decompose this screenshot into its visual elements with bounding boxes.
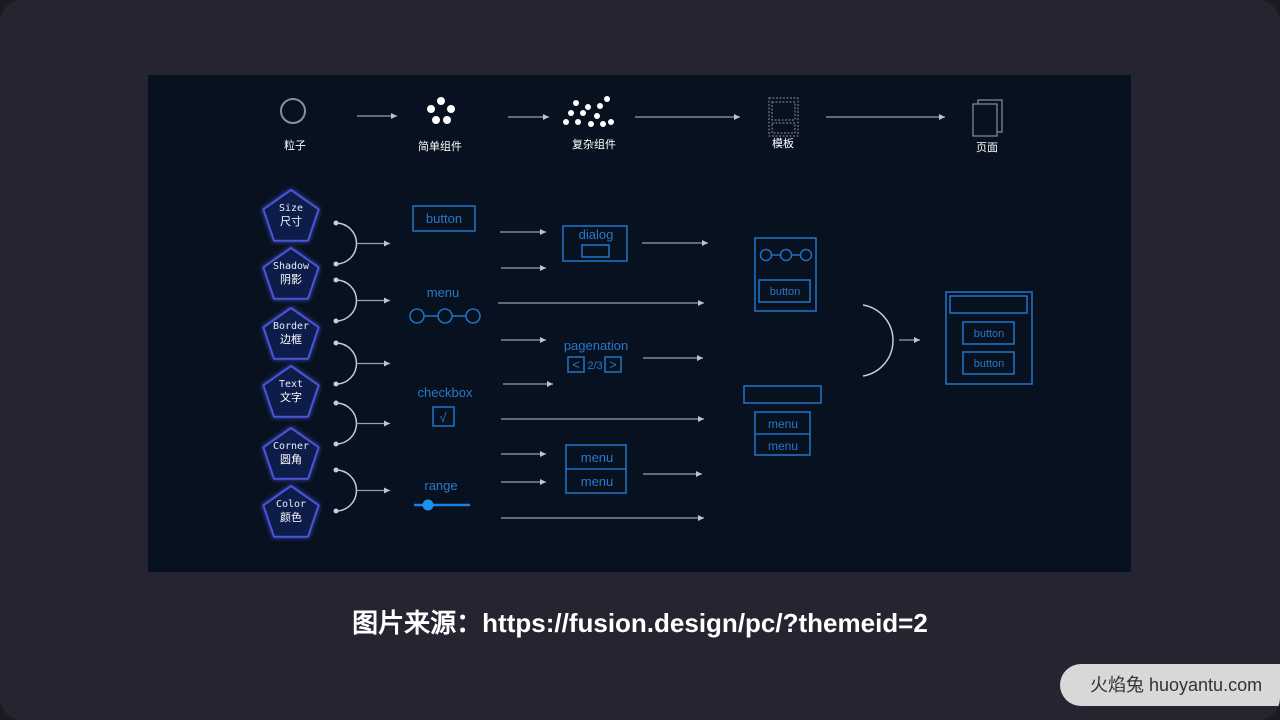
attribute-zh: 阴影 (280, 273, 302, 286)
bracket (333, 277, 390, 324)
attribute-en: Text (279, 379, 303, 390)
attribute-en: Color (276, 499, 306, 510)
stage-page: 页面 (976, 141, 998, 154)
prev-page: < (572, 357, 580, 372)
attribute-node: Border边框 (262, 307, 320, 360)
complex-component-icon (563, 96, 614, 127)
attribute-en: Corner (273, 441, 309, 452)
simple-component-icon (427, 97, 455, 124)
bracket (333, 340, 390, 387)
page-result: button button (945, 291, 1033, 385)
menu-item: menu (581, 450, 614, 465)
page-icon (972, 99, 1003, 137)
page-button-label: button (974, 328, 1005, 340)
simple-components: button menu checkbox √ range (409, 205, 481, 511)
menu-steps (409, 308, 481, 324)
attribute-en: Shadow (273, 261, 310, 272)
slide: 粒子 简单组件 复杂组件 模板 页面 Size 尺寸 Shadow 阴影 Border 边… (0, 0, 1280, 720)
template-header (743, 385, 822, 404)
bracket (333, 400, 390, 447)
attribute-zh: 边框 (280, 333, 302, 346)
menu-label: menu (427, 285, 460, 300)
particle-icon (280, 98, 306, 124)
page-indicator: 2/3 (587, 360, 602, 372)
page-button-label: button (974, 358, 1005, 370)
stage-simple-component: 简单组件 (418, 139, 462, 153)
complex-components: dialog pagenation < 2/3 > menu menu (562, 225, 628, 494)
pagenation-label: pagenation (564, 338, 628, 353)
watermark: 火焰兔 huoyantu.com (1060, 664, 1280, 706)
attribute-brackets (333, 220, 390, 514)
stage-template: 模板 (772, 136, 794, 150)
menu-item: menu (581, 474, 614, 489)
bracket (333, 220, 390, 267)
range-label: range (424, 478, 457, 493)
template-button-label: button (770, 286, 801, 298)
checkbox-label: checkbox (418, 385, 473, 400)
attribute-node: Text文字 (262, 365, 320, 418)
attribute-node: Corner圆角 (262, 427, 320, 480)
stage-complex-component: 复杂组件 (572, 137, 616, 151)
template-icon (768, 97, 799, 137)
button-label: button (426, 211, 462, 226)
attribute-en: Size (279, 203, 303, 214)
range-knob (422, 499, 434, 511)
attribute-node: Shadow阴影 (262, 247, 320, 300)
next-page: > (609, 357, 617, 372)
attribute-nodes: Size尺寸Shadow阴影Border边框Text文字Corner圆角Colo… (262, 189, 320, 538)
stage-particle: 粒子 (284, 138, 306, 152)
attribute-zh: 尺寸 (280, 214, 302, 228)
check-mark: √ (439, 410, 447, 425)
menu-item: menu (768, 417, 798, 431)
attribute-zh: 文字 (280, 390, 302, 404)
attribute-zh: 圆角 (280, 453, 302, 466)
attribute-zh: 颜色 (280, 510, 302, 524)
image-source-caption: 图片来源：https://fusion.design/pc/?themeid=2 (352, 608, 928, 638)
templates: button menu menu (743, 237, 920, 456)
attribute-en: Border (273, 321, 309, 332)
attribute-node: Color颜色 (262, 485, 320, 538)
pipeline-row: 粒子 简单组件 复杂组件 模板 页面 (280, 96, 1003, 154)
bracket (333, 467, 390, 514)
menu-item: menu (768, 439, 798, 453)
attribute-node: Size尺寸 (262, 189, 320, 242)
dialog-label: dialog (579, 227, 614, 242)
